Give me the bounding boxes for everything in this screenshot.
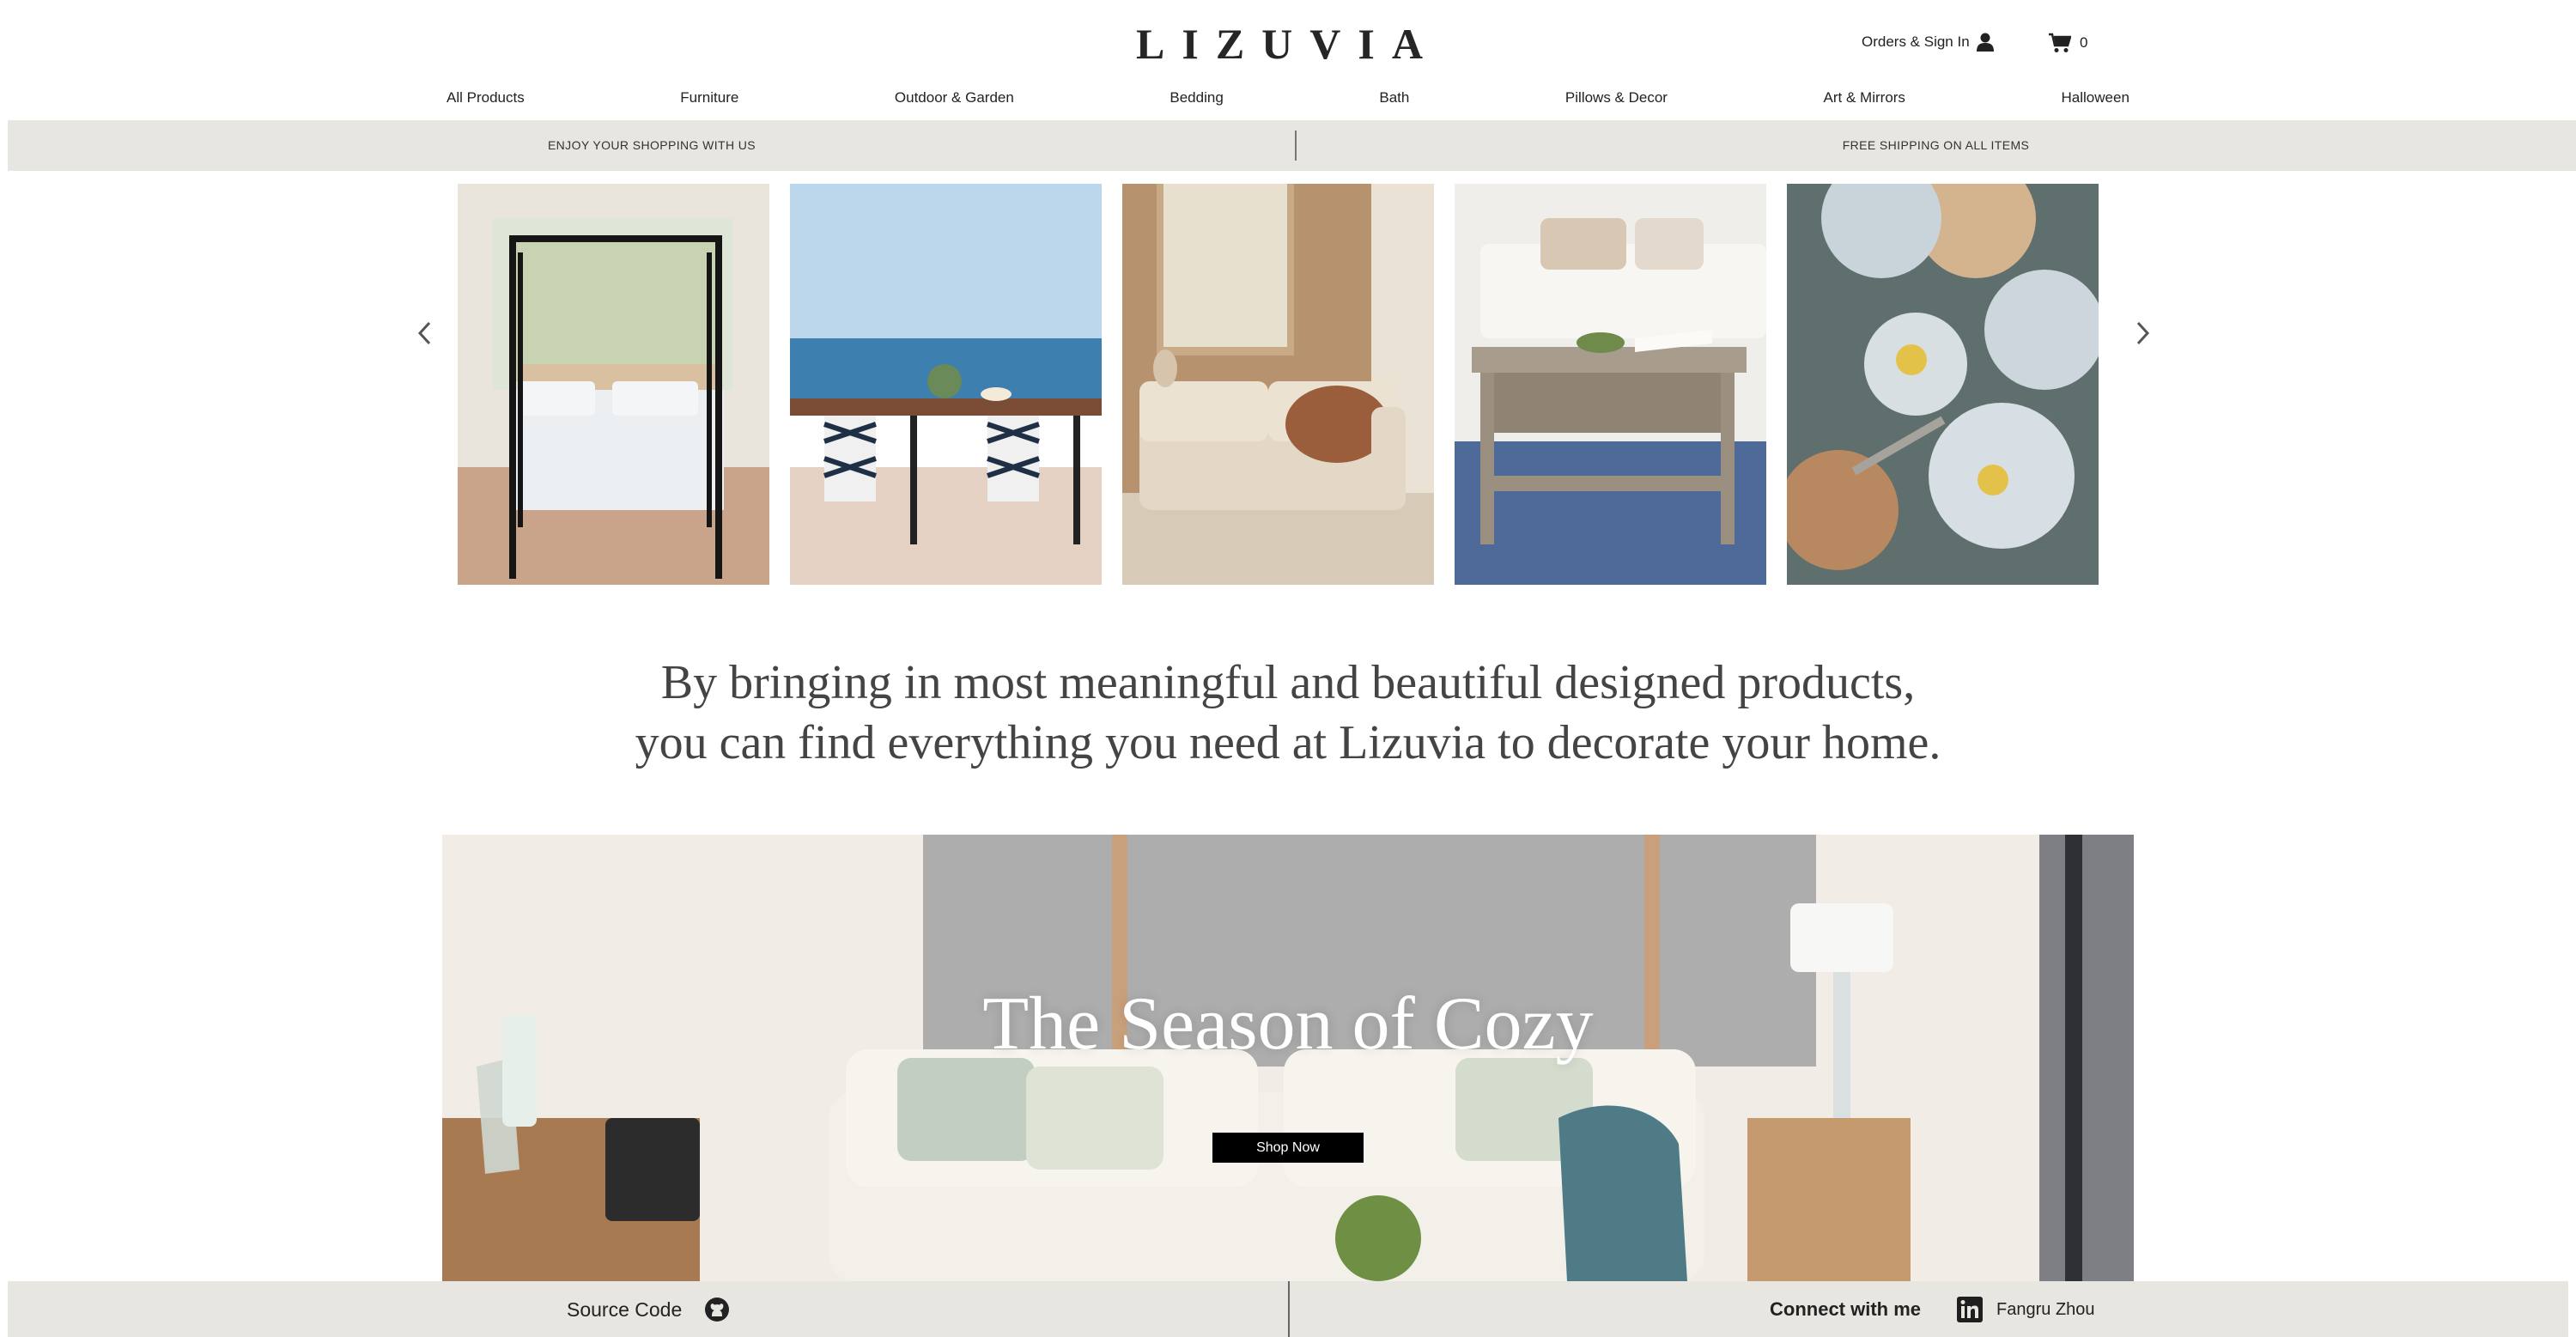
promo-right-text: FREE SHIPPING ON ALL ITEMS [1842,138,2030,152]
carousel-tile-sofa-living[interactable] [1122,184,1434,585]
promo-left-text: ENJOY YOUR SHOPPING WITH US [547,138,756,152]
nav-item-halloween[interactable]: Halloween [2062,89,2129,106]
footer-bar: Source Code Connect with me Fangru Zhou [8,1281,2568,1337]
cart-button[interactable]: 0 [2049,33,2087,53]
tagline-line-1: By bringing in most meaningful and beaut… [660,656,1916,709]
shop-now-button[interactable]: Shop Now [1212,1133,1364,1163]
orders-sign-in-label: Orders & Sign In [1862,33,1970,50]
nav-item-outdoor-garden[interactable]: Outdoor & Garden [895,89,1014,106]
author-name-link[interactable]: Fangru Zhou [1996,1300,2095,1320]
carousel-next-arrow-icon[interactable] [2129,316,2155,350]
brand-logo[interactable]: LIZUVIA [0,19,2576,69]
connect-label: Connect with me [1770,1298,1922,1320]
nav-item-furniture[interactable]: Furniture [680,89,738,106]
cart-count: 0 [2080,34,2088,51]
carousel-tile-canopy-bed[interactable] [458,184,769,585]
tagline-line-2: you can find everything you need at Lizu… [635,716,1941,769]
carousel-tile-outdoor-dining[interactable] [790,184,1102,585]
promo-bar: ENJOY YOUR SHOPPING WITH US FREE SHIPPIN… [8,120,2576,171]
footer-divider [1288,1281,1290,1337]
connect-section: Connect with me Fangru Zhou [1770,1297,2095,1322]
source-code-label: Source Code [567,1297,683,1321]
hero-banner: The Season of Cozy Shop Now [442,835,2134,1281]
main-nav: All Products Furniture Outdoor & Garden … [447,89,2129,106]
source-code-link[interactable]: Source Code [567,1297,730,1322]
cart-icon [2049,33,2071,52]
carousel-prev-arrow-icon[interactable] [412,316,438,350]
nav-item-bath[interactable]: Bath [1379,89,1409,106]
carousel-tile-dinnerware[interactable] [1787,184,2099,585]
hero-title: The Season of Cozy [982,982,1594,1066]
user-icon [1976,33,1994,52]
nav-item-all-products[interactable]: All Products [447,89,525,106]
nav-item-art-mirrors[interactable]: Art & Mirrors [1824,89,1905,106]
nav-item-bedding[interactable]: Bedding [1170,89,1223,106]
linkedin-icon[interactable] [1957,1297,1984,1322]
tagline: By bringing in most meaningful and beaut… [0,653,2576,773]
nav-item-pillows-decor[interactable]: Pillows & Decor [1565,89,1668,106]
orders-sign-in-link[interactable]: Orders & Sign In [1862,33,1994,52]
github-icon [705,1297,730,1322]
carousel-tile-coffee-table[interactable] [1455,184,1766,585]
